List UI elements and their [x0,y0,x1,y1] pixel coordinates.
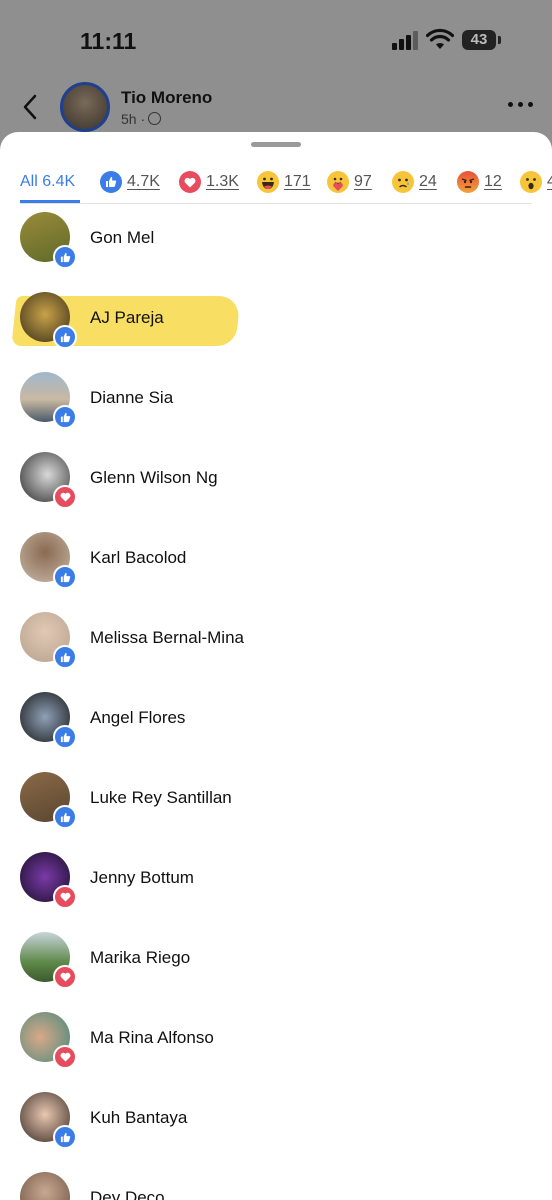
like-badge-icon [53,565,77,589]
list-item[interactable]: Karl Bacolod [0,524,552,604]
like-icon [100,171,122,193]
reactor-name[interactable]: Luke Rey Santillan [90,788,232,808]
list-item[interactable]: Marika Riego [0,924,552,1004]
like-badge-icon [53,245,77,269]
cellular-signal-icon [392,30,420,50]
globe-icon [148,112,162,125]
love-badge-icon [53,885,77,909]
tab-label: All 6.4K [20,173,76,190]
wow-icon [520,171,542,193]
tab-wow[interactable]: 4 [520,160,552,204]
haha-icon [257,171,279,193]
list-item[interactable]: AJ Pareja [0,284,552,364]
tab-love[interactable]: 1.3K [179,160,239,204]
like-badge-icon [53,805,77,829]
tab-care[interactable]: 97 [327,160,372,204]
wifi-icon [426,28,454,49]
reactor-name[interactable]: Kuh Bantaya [90,1108,187,1128]
love-icon [179,171,201,193]
like-badge-icon [53,1125,77,1149]
like-badge-icon [53,725,77,749]
like-badge-icon [53,645,77,669]
tab-label: 171 [284,173,311,190]
author-name[interactable]: Tio Moreno [121,88,212,108]
tab-haha[interactable]: 171 [257,160,311,204]
list-item[interactable]: Glenn Wilson Ng [0,444,552,524]
reaction-tabs: All 6.4K 4.7K 1.3K 171 97 24 12 4 [0,160,552,204]
tab-angry[interactable]: 12 [457,160,502,204]
care-icon [327,171,349,193]
post-meta: 5h · [121,111,162,127]
tab-like[interactable]: 4.7K [100,160,160,204]
sheet-drag-handle[interactable] [251,142,301,147]
reactor-name[interactable]: Glenn Wilson Ng [90,468,218,488]
reactor-name[interactable]: Dianne Sia [90,388,173,408]
list-item[interactable]: Angel Flores [0,684,552,764]
reactor-name[interactable]: Gon Mel [90,228,154,248]
tab-label: 12 [484,173,502,190]
angry-icon [457,171,479,193]
reactor-name[interactable]: Marika Riego [90,948,190,968]
love-badge-icon [53,1045,77,1069]
list-item[interactable]: Ma Rina Alfonso [0,1004,552,1084]
tab-label: 97 [354,173,372,190]
avatar[interactable] [20,1172,70,1200]
more-options-icon[interactable] [508,98,534,110]
reactor-name[interactable]: Melissa Bernal-Mina [90,628,244,648]
like-badge-icon [53,405,77,429]
reactor-name[interactable]: Karl Bacolod [90,548,186,568]
reactor-name[interactable]: Dey Deco [90,1188,165,1200]
author-avatar[interactable] [60,82,110,132]
reactor-name[interactable]: Jenny Bottum [90,868,194,888]
reactions-sheet: All 6.4K 4.7K 1.3K 171 97 24 12 4 Gon Me… [0,132,552,1200]
back-icon[interactable] [20,94,42,120]
tab-label: 1.3K [206,173,239,190]
tab-sad[interactable]: 24 [392,160,437,204]
love-badge-icon [53,485,77,509]
post-header: Tio Moreno 5h · [0,80,552,136]
list-item[interactable]: Gon Mel [0,204,552,284]
tab-label: 4 [547,173,552,190]
list-item[interactable]: Dey Deco [0,1164,552,1200]
battery-icon: 43 [462,30,501,50]
reactor-name[interactable]: AJ Pareja [90,308,164,328]
tab-label: 24 [419,173,437,190]
list-item[interactable]: Luke Rey Santillan [0,764,552,844]
love-badge-icon [53,965,77,989]
tab-all[interactable]: All 6.4K [20,160,75,204]
post-time: 5h · [121,111,146,127]
reactor-name[interactable]: Ma Rina Alfonso [90,1028,214,1048]
sad-icon [392,171,414,193]
list-item[interactable]: Melissa Bernal-Mina [0,604,552,684]
status-bar: 11:11 43 [0,0,552,80]
like-badge-icon [53,325,77,349]
list-item[interactable]: Jenny Bottum [0,844,552,924]
status-time: 11:11 [80,28,137,54]
list-item[interactable]: Dianne Sia [0,364,552,444]
list-item[interactable]: Kuh Bantaya [0,1084,552,1164]
tab-label: 4.7K [127,173,160,190]
reactor-name[interactable]: Angel Flores [90,708,185,728]
